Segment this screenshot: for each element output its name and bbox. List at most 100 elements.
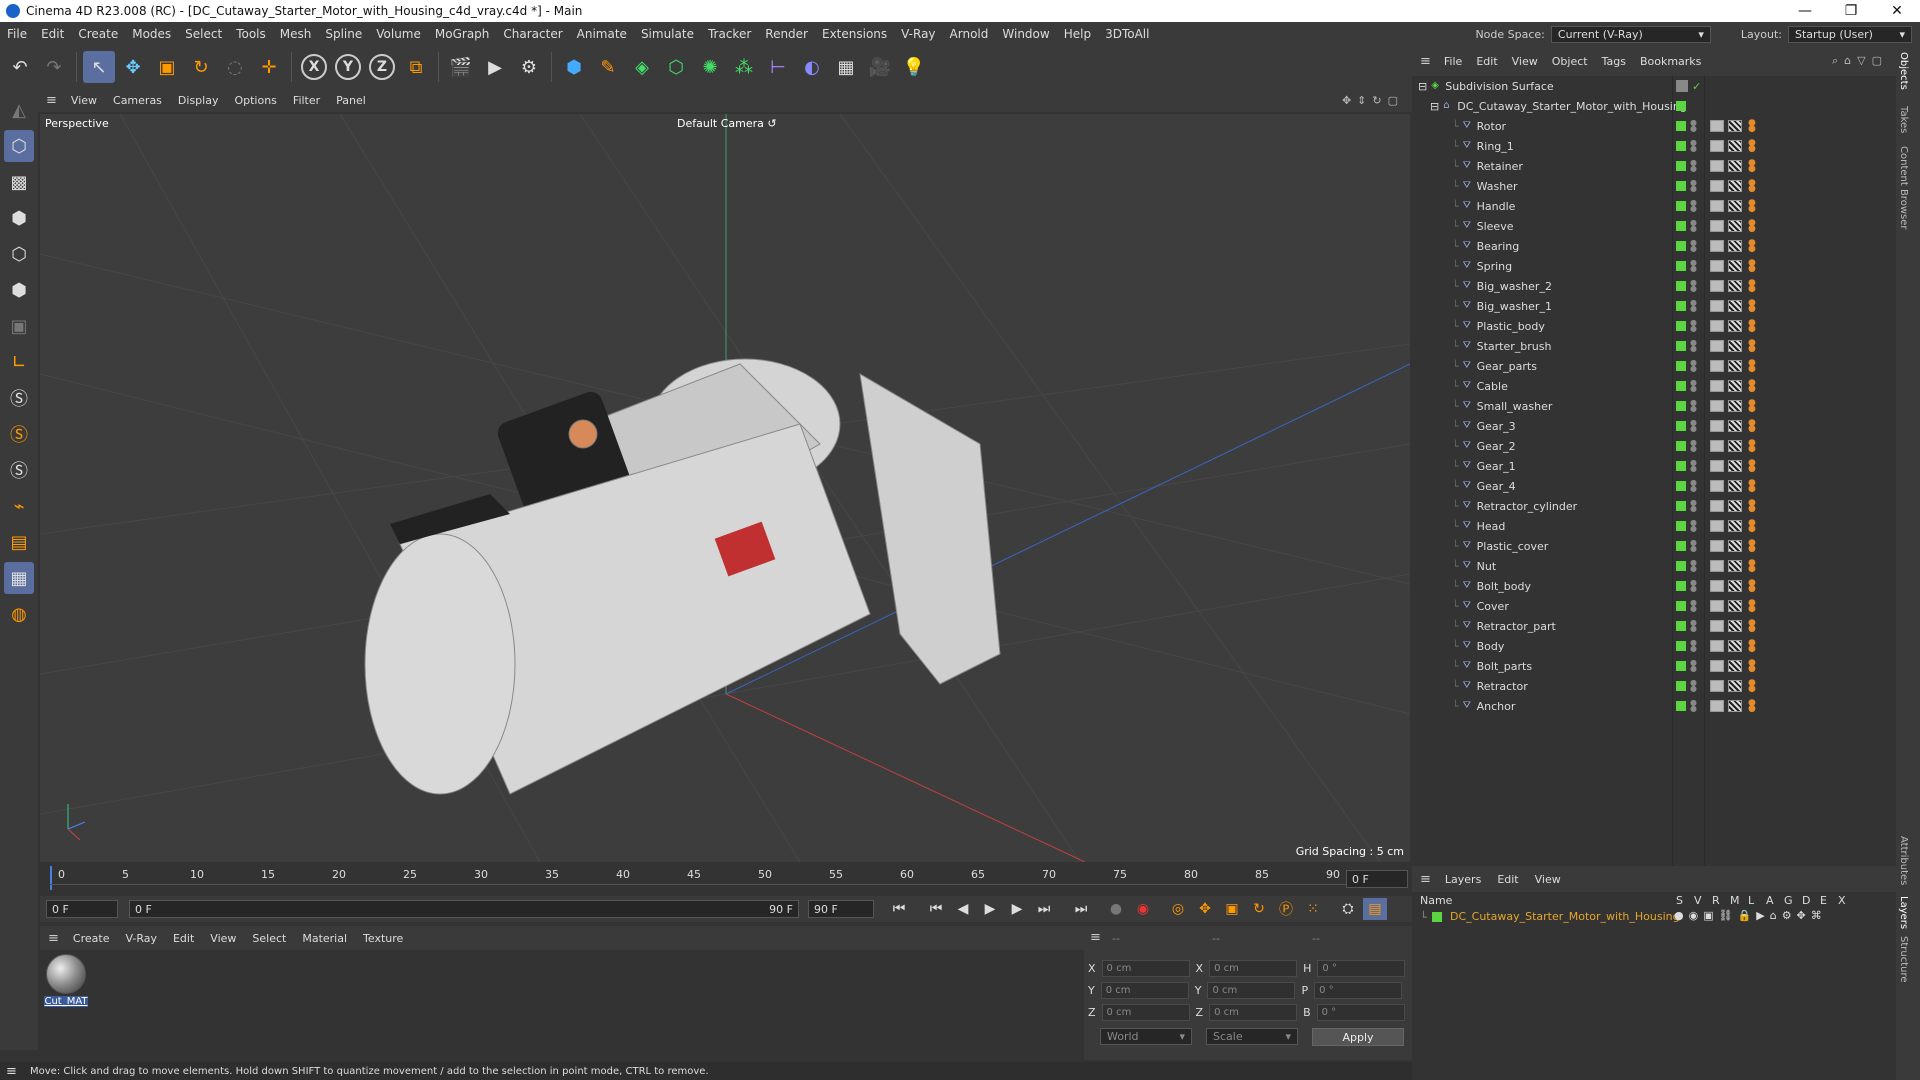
visibility-dots-icon[interactable]: ● ● [1690, 399, 1697, 413]
hamburger-icon[interactable]: ≡ [6, 1064, 17, 1079]
texture-tag-icon[interactable] [1728, 340, 1742, 352]
visibility-dots-icon[interactable]: ● ● [1690, 539, 1697, 553]
autokey-icon[interactable]: ◉ [1131, 898, 1155, 920]
key-parameter-icon[interactable]: Ⓟ [1274, 898, 1298, 920]
object-row[interactable]: └ ⛛ Nut ● ● ● ● [1412, 556, 1896, 576]
deformer-icon[interactable]: ⊢ [762, 51, 794, 83]
texture-tag-icon[interactable] [1728, 260, 1742, 272]
position-z-field[interactable]: 0 cm [1101, 1004, 1190, 1021]
vray-tag-icon[interactable] [1710, 440, 1724, 452]
key-scale-icon[interactable]: ▣ [1220, 898, 1244, 920]
selection-tag-icon[interactable]: ● ● [1748, 699, 1756, 714]
texture-tag-icon[interactable] [1728, 440, 1742, 452]
menu-mograph[interactable]: MoGraph [428, 27, 497, 41]
rotation-b-field[interactable]: 0 ° [1316, 1004, 1405, 1021]
hamburger-icon[interactable]: ≡ [1412, 54, 1437, 69]
texture-tag-icon[interactable] [1728, 240, 1742, 252]
visibility-dots-icon[interactable]: ● ● [1690, 699, 1697, 713]
axis-mode-icon[interactable]: ∟ [4, 346, 34, 378]
visibility-dots-icon[interactable]: ● ● [1690, 119, 1697, 133]
selection-tag-icon[interactable]: ● ● [1748, 339, 1756, 354]
visibility-dots-icon[interactable]: ● ● [1690, 479, 1697, 493]
object-search-filter-icons[interactable]: ⌕⌂▽▢ [1832, 54, 1896, 68]
material-menu-create[interactable]: Create [65, 932, 118, 945]
cloner-icon[interactable]: ✺ [694, 51, 726, 83]
visibility-dots-icon[interactable]: ● ● [1690, 299, 1697, 313]
texture-tag-icon[interactable] [1728, 680, 1742, 692]
selection-tag-icon[interactable]: ● ● [1748, 479, 1756, 494]
quantize-icon[interactable]: Ⓢ [4, 454, 34, 486]
vray-tag-icon[interactable] [1710, 380, 1724, 392]
object-row[interactable]: └ ⛛ Bolt_body ● ● ● ● [1412, 576, 1896, 596]
make-editable-icon[interactable]: ◭ [4, 94, 34, 126]
menu-extensions[interactable]: Extensions [815, 27, 894, 41]
vray-tag-icon[interactable] [1710, 160, 1724, 172]
hamburger-icon[interactable]: ≡ [1090, 930, 1101, 945]
vray-tag-icon[interactable] [1710, 700, 1724, 712]
object-row[interactable]: └ ⛛ Spring ● ● ● ● [1412, 256, 1896, 276]
light-icon[interactable]: 💡 [898, 51, 930, 83]
vray-tag-icon[interactable] [1710, 360, 1724, 372]
menu-tools[interactable]: Tools [229, 27, 273, 41]
tab-objects[interactable]: Objects [1898, 52, 1909, 90]
tab-content-browser[interactable]: Content Browser [1898, 146, 1909, 229]
visibility-dots-icon[interactable]: ● ● [1690, 219, 1697, 233]
vray-tag-icon[interactable] [1710, 540, 1724, 552]
visibility-dots-icon[interactable]: ● ● [1690, 619, 1697, 633]
size-y-field[interactable]: 0 cm [1207, 982, 1296, 999]
material-menu-texture[interactable]: Texture [355, 932, 411, 945]
transform-tool-icon[interactable]: ◌ [219, 51, 251, 83]
position-y-field[interactable]: 0 cm [1100, 982, 1189, 999]
texture-tag-icon[interactable] [1728, 160, 1742, 172]
coordinate-system-icon[interactable]: ⧉ [400, 51, 432, 83]
object-row[interactable]: └ ⛛ Starter_brush ● ● ● ● [1412, 336, 1896, 356]
selection-tag-icon[interactable]: ● ● [1748, 499, 1756, 514]
snap-settings-icon[interactable]: Ⓢ [4, 418, 34, 450]
visibility-dots-icon[interactable]: ● ● [1690, 519, 1697, 533]
vray-tag-icon[interactable] [1710, 220, 1724, 232]
node-space-select[interactable]: Current (V-Ray) ▾ [1550, 25, 1711, 43]
viewport-menu-options[interactable]: Options [226, 94, 284, 107]
object-menu-view[interactable]: View [1505, 55, 1545, 68]
camera-label[interactable]: Default Camera ↺ [677, 117, 777, 130]
object-row[interactable]: └ ⛛ Gear_parts ● ● ● ● [1412, 356, 1896, 376]
texture-tag-icon[interactable] [1728, 660, 1742, 672]
vray-tag-icon[interactable] [1710, 280, 1724, 292]
texture-mode-icon[interactable]: ▩ [4, 166, 34, 198]
selection-tag-icon[interactable]: ● ● [1748, 539, 1756, 554]
mograph-icon[interactable]: ⁂ [728, 51, 760, 83]
visibility-dots-icon[interactable]: ● ● [1690, 139, 1697, 153]
object-row[interactable]: └ ⛛ Handle ● ● ● ● [1412, 196, 1896, 216]
texture-tag-icon[interactable] [1728, 460, 1742, 472]
camera-icon[interactable]: 🎥 [864, 51, 896, 83]
next-frame-icon[interactable]: ▶ [1005, 898, 1029, 920]
visibility-dots-icon[interactable]: ● ● [1690, 499, 1697, 513]
selection-tag-icon[interactable]: ● ● [1748, 679, 1756, 694]
menu-help[interactable]: Help [1057, 27, 1098, 41]
vray-tag-icon[interactable] [1710, 620, 1724, 632]
visibility-dots-icon[interactable]: ● ● [1690, 659, 1697, 673]
menu-tracker[interactable]: Tracker [701, 27, 758, 41]
viewport-menu-cameras[interactable]: Cameras [105, 94, 170, 107]
object-row[interactable]: └ ⛛ Plastic_body ● ● ● ● [1412, 316, 1896, 336]
extrude-icon[interactable]: ⬡ [660, 51, 692, 83]
texture-tag-icon[interactable] [1728, 400, 1742, 412]
object-row[interactable]: └ ⛛ Big_washer_1 ● ● ● ● [1412, 296, 1896, 316]
start-frame-field[interactable]: 0 F [46, 900, 118, 918]
record-keys-icon[interactable]: ● [1104, 898, 1128, 920]
size-z-field[interactable]: 0 cm [1209, 1004, 1298, 1021]
snap-icon[interactable]: Ⓢ [4, 382, 34, 414]
uv-mode-icon[interactable]: ▣ [4, 310, 34, 342]
key-rotation-icon[interactable]: ↻ [1247, 898, 1271, 920]
maximize-button[interactable]: ❐ [1828, 3, 1874, 19]
object-menu-file[interactable]: File [1437, 55, 1469, 68]
vray-tag-icon[interactable] [1710, 580, 1724, 592]
apply-button[interactable]: Apply [1312, 1028, 1404, 1046]
tab-attributes[interactable]: Attributes [1898, 836, 1909, 885]
vray-tag-icon[interactable] [1710, 400, 1724, 412]
menu-volume[interactable]: Volume [369, 27, 428, 41]
object-row[interactable]: └ ⛛ Bolt_parts ● ● ● ● [1412, 656, 1896, 676]
tab-structure[interactable]: Structure [1898, 936, 1909, 983]
hamburger-icon[interactable]: ≡ [40, 931, 65, 946]
go-to-start-icon[interactable]: ⏮ [887, 898, 911, 920]
